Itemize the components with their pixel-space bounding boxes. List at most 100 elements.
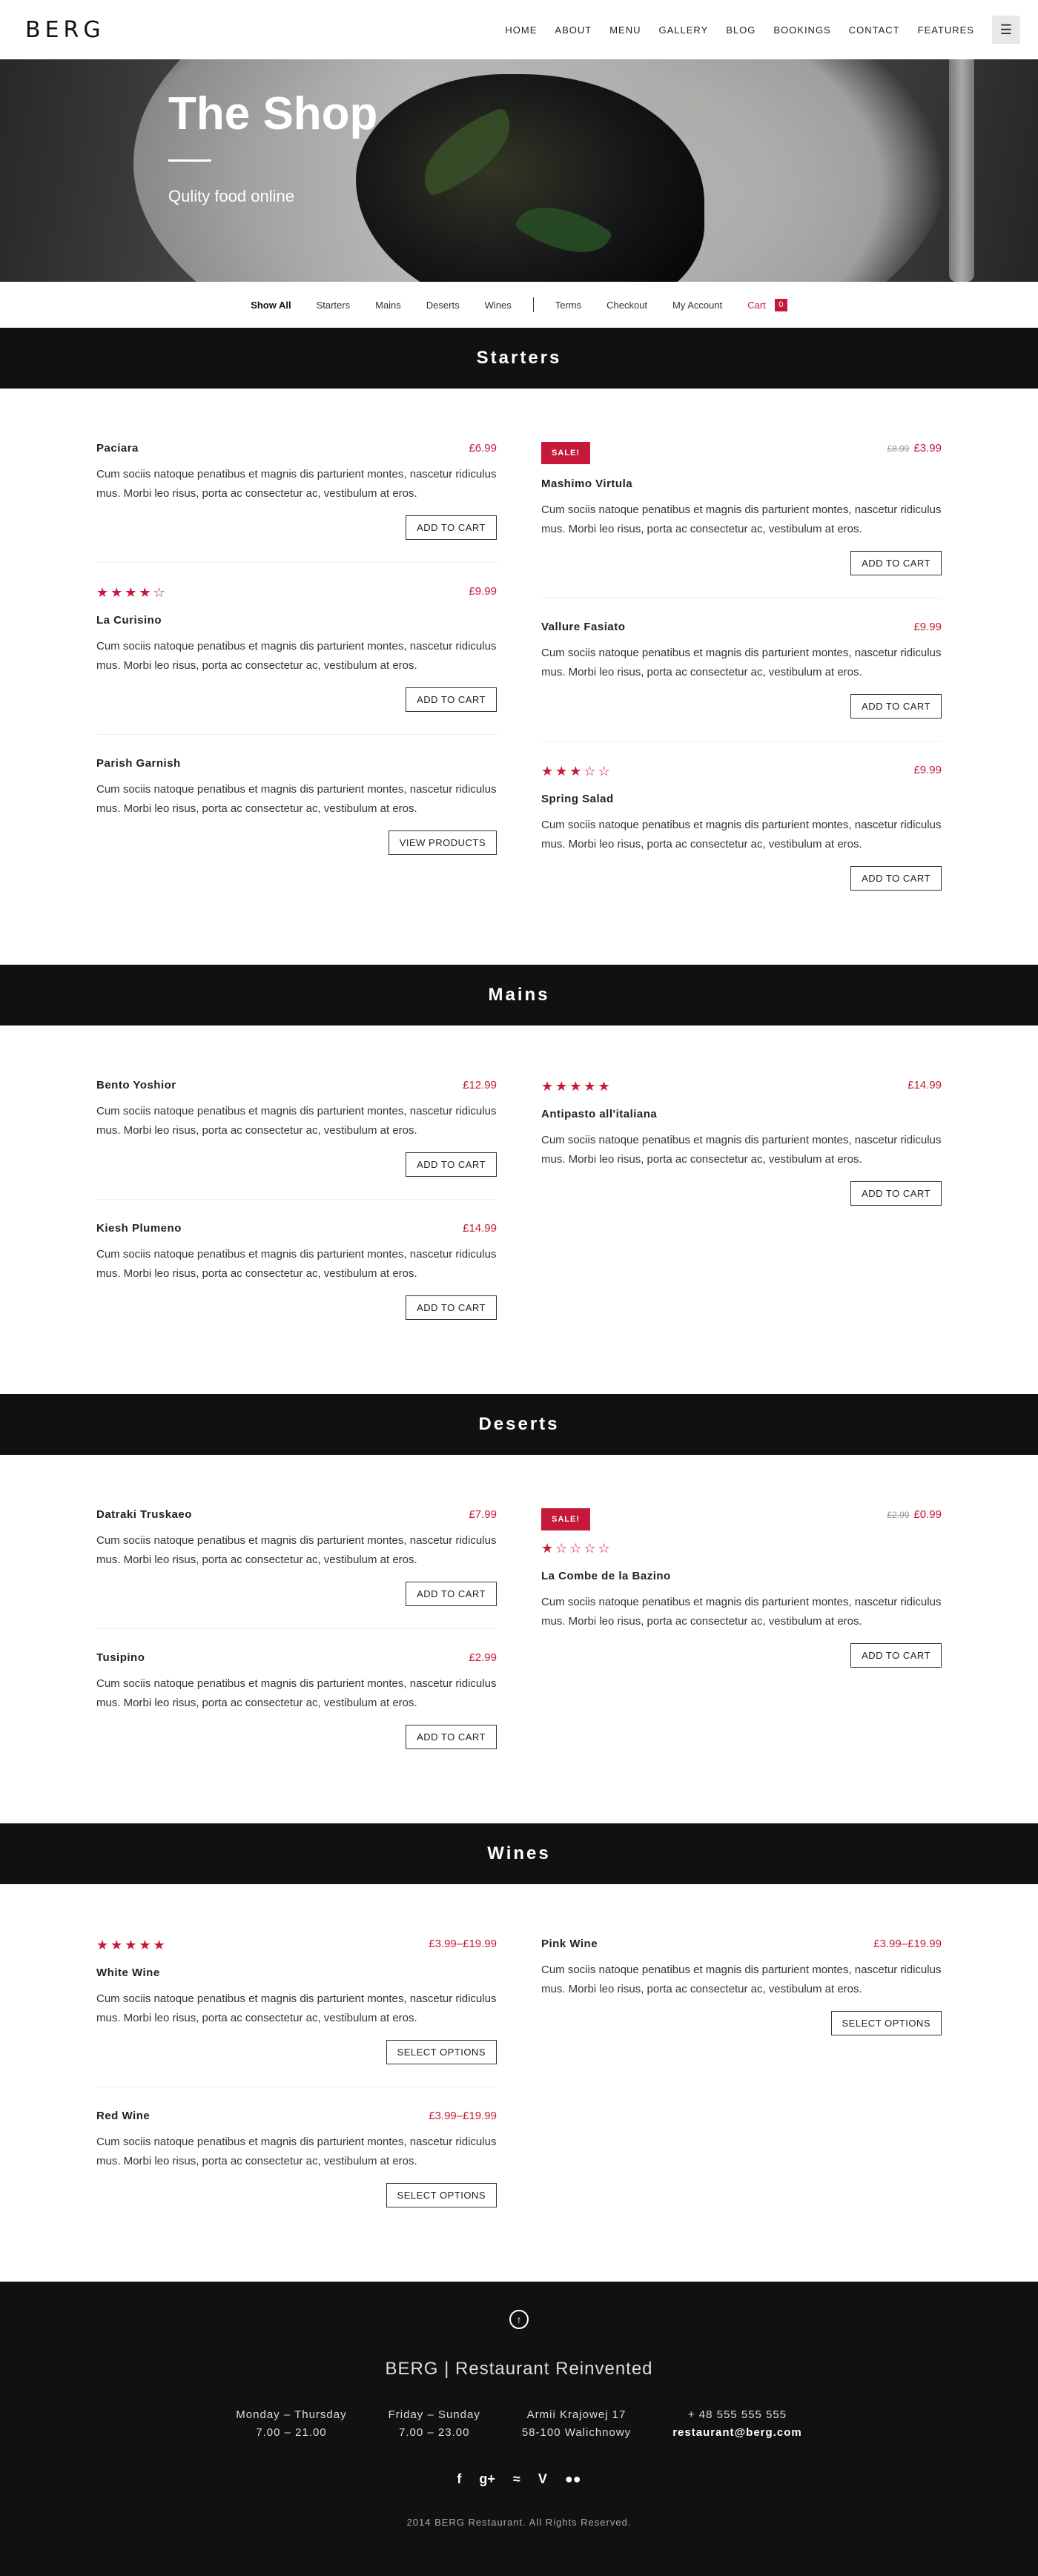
product-price: £6.99 — [469, 442, 497, 455]
vine-icon[interactable]: V — [538, 2471, 547, 2487]
product-sections: Starters Paciara £6.99 Cum sociis natoque… — [0, 328, 1038, 2282]
link-checkout[interactable]: Checkout — [606, 300, 647, 311]
product-action-button[interactable]: SELECT OPTIONS — [386, 2183, 497, 2207]
nav-gallery[interactable]: GALLERY — [659, 24, 709, 36]
product-action-button[interactable]: ADD TO CART — [850, 1643, 942, 1668]
product-name[interactable]: Paciara — [96, 442, 139, 455]
product-action-button[interactable]: SELECT OPTIONS — [386, 2040, 497, 2064]
google-plus-icon[interactable]: g+ — [479, 2471, 495, 2487]
product-description: Cum sociis natoque penatibus et magnis d… — [541, 819, 942, 851]
hero-banner: The Shop Qulity food online — [0, 59, 1038, 282]
product-name[interactable]: Kiesh Plumeno — [96, 1222, 182, 1235]
spotify-icon[interactable]: ≈ — [513, 2471, 520, 2487]
product-name[interactable]: Spring Salad — [541, 793, 942, 805]
product-name[interactable]: Tusipino — [96, 1651, 145, 1664]
product-column: Datraki Truskaeo £7.99 Cum sociis natoque… — [96, 1508, 497, 1771]
nav-bookings[interactable]: BOOKINGS — [773, 24, 830, 36]
product-name[interactable]: Pink Wine — [541, 1938, 598, 1950]
rating-stars: ★★★☆☆ — [541, 764, 612, 779]
product-name[interactable]: Datraki Truskaeo — [96, 1508, 192, 1521]
product-column: Pink Wine £3.99–£19.99 Cum sociis natoque… — [541, 1938, 942, 2230]
filter-wines[interactable]: Wines — [485, 300, 512, 311]
product-name[interactable]: Vallure Fasiato — [541, 621, 625, 633]
sale-badge: SALE! — [541, 442, 590, 464]
nav-blog[interactable]: BLOG — [726, 24, 756, 36]
product-action-button[interactable]: ADD TO CART — [406, 515, 497, 540]
hamburger-icon[interactable]: ☰ — [992, 16, 1020, 44]
nav-menu[interactable]: MENU — [609, 24, 641, 36]
product-description: Cum sociis natoque penatibus et magnis d… — [96, 640, 497, 672]
product-action-button[interactable]: ADD TO CART — [406, 1152, 497, 1177]
product-action-button[interactable]: ADD TO CART — [850, 866, 942, 891]
current-price: £3.99–£19.99 — [429, 2110, 497, 2122]
filter-mains[interactable]: Mains — [375, 300, 401, 311]
current-price: £7.99 — [469, 1508, 497, 1521]
current-price: £0.99 — [913, 1508, 942, 1521]
product-price: £3.99–£19.99 — [873, 1938, 942, 1950]
phone-number[interactable]: + 48 555 555 555 — [672, 2406, 802, 2424]
scroll-up-icon[interactable]: ↑ — [509, 2310, 529, 2329]
product-name[interactable]: Antipasto all'italiana — [541, 1108, 942, 1120]
rating-stars: ★★★★★ — [96, 1938, 168, 1952]
product-description: Cum sociis natoque penatibus et magnis d… — [541, 503, 942, 535]
product-action-button[interactable]: SELECT OPTIONS — [830, 2011, 942, 2035]
product-action-button[interactable]: ADD TO CART — [406, 687, 497, 712]
product-name[interactable]: White Wine — [96, 1966, 497, 1979]
old-price: £2.99 — [887, 1510, 910, 1520]
shop-filter-bar: Show All Starters Mains Deserts Wines Te… — [0, 282, 1038, 328]
product-item: SALE! £2.99 £0.99 ★☆☆☆☆ La Combe de la Bazi… — [541, 1508, 942, 1690]
product-description: Cum sociis natoque penatibus et magnis d… — [96, 1105, 497, 1137]
cart-link[interactable]: Cart 0 — [747, 298, 787, 311]
product-item: Datraki Truskaeo £7.99 Cum sociis natoque… — [96, 1508, 497, 1629]
product-action-button[interactable]: VIEW PRODUCTS — [388, 830, 497, 855]
footer-info: Monday – Thursday 7.00 – 21.00 Friday – … — [0, 2406, 1038, 2442]
product-action-button[interactable]: ADD TO CART — [406, 1582, 497, 1606]
product-name[interactable]: Bento Yoshior — [96, 1079, 176, 1092]
filter-starters[interactable]: Starters — [317, 300, 351, 311]
product-description: Cum sociis natoque penatibus et magnis d… — [96, 1534, 497, 1566]
product-column: SALE! £8.99 £3.99 Mashimo Virtula Cum soci… — [541, 442, 942, 913]
product-item: SALE! £8.99 £3.99 Mashimo Virtula Cum soci… — [541, 442, 942, 598]
email-link[interactable]: restaurant@berg.com — [672, 2424, 802, 2442]
product-item: ★★★★☆ £9.99 La Curisino Cum sociis natoqu… — [96, 585, 497, 735]
current-price: £12.99 — [463, 1079, 497, 1092]
product-column: Bento Yoshior £12.99 Cum sociis natoque p… — [96, 1079, 497, 1342]
product-action-button[interactable]: ADD TO CART — [850, 551, 942, 575]
nav-about[interactable]: ABOUT — [555, 24, 592, 36]
filter-show-all[interactable]: Show All — [251, 300, 291, 311]
nav-features[interactable]: FEATURES — [918, 24, 974, 36]
footer-hours-weekday: Monday – Thursday 7.00 – 21.00 — [236, 2406, 346, 2442]
rating-stars: ★★★★☆ — [96, 585, 168, 600]
link-my-account[interactable]: My Account — [672, 300, 722, 311]
product-name[interactable]: La Combe de la Bazino — [541, 1570, 942, 1582]
product-column: ★★★★★ £3.99–£19.99 White Wine Cum sociis … — [96, 1938, 497, 2230]
product-price: £9.99 — [913, 764, 942, 776]
nav-contact[interactable]: CONTACT — [849, 24, 900, 36]
filter-deserts[interactable]: Deserts — [426, 300, 460, 311]
address-line: Armii Krajowej 17 — [526, 2408, 627, 2421]
flickr-icon[interactable]: ●● — [565, 2471, 581, 2487]
product-item: Vallure Fasiato £9.99 Cum sociis natoque … — [541, 621, 942, 742]
current-price: £3.99 — [913, 442, 942, 455]
footer-hours-weekend: Friday – Sunday 7.00 – 23.00 — [389, 2406, 480, 2442]
product-price: £8.99 £3.99 — [887, 442, 942, 455]
hero-text: The Shop Qulity food online — [168, 87, 377, 206]
product-item: Kiesh Plumeno £14.99 Cum sociis natoque p… — [96, 1222, 497, 1342]
product-name[interactable]: Mashimo Virtula — [541, 478, 942, 490]
logo[interactable]: BERG — [25, 17, 105, 43]
current-price: £2.99 — [469, 1651, 497, 1664]
product-action-button[interactable]: ADD TO CART — [850, 1181, 942, 1206]
product-action-button[interactable]: ADD TO CART — [850, 694, 942, 719]
link-terms[interactable]: Terms — [555, 300, 581, 311]
product-name[interactable]: Red Wine — [96, 2110, 150, 2122]
product-action-button[interactable]: ADD TO CART — [406, 1295, 497, 1320]
site-footer: ↑ BERG | Restaurant Reinvented Monday – … — [0, 2282, 1038, 2576]
product-price: £14.99 — [463, 1222, 497, 1235]
product-price: £9.99 — [913, 621, 942, 633]
product-name[interactable]: La Curisino — [96, 614, 497, 627]
product-action-button[interactable]: ADD TO CART — [406, 1725, 497, 1749]
facebook-icon[interactable]: f — [457, 2471, 461, 2487]
product-name[interactable]: Parish Garnish — [96, 757, 181, 770]
section-heading: Wines — [0, 1823, 1038, 1884]
nav-home[interactable]: HOME — [505, 24, 537, 36]
